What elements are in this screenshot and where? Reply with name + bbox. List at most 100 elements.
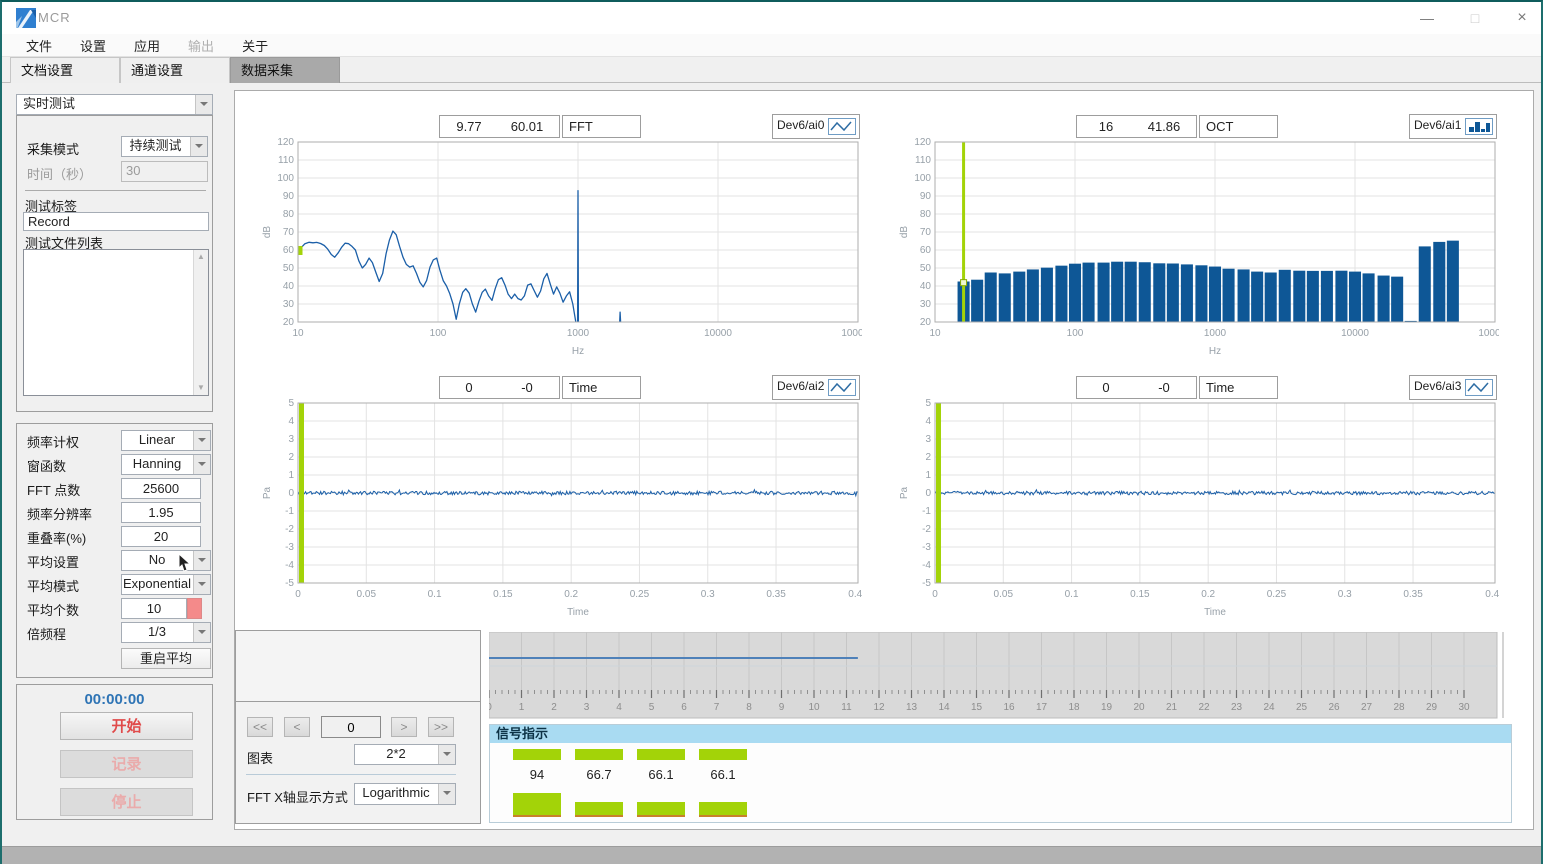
field-input-3[interactable]: 1.95 [121,502,201,523]
scroll-up-icon[interactable]: ▲ [196,252,206,262]
svg-text:5: 5 [925,398,931,409]
time-input[interactable]: 30 [121,161,208,182]
svg-text:100000: 100000 [841,328,862,339]
svg-text:11: 11 [841,702,852,713]
svg-text:20: 20 [283,317,295,328]
record-button[interactable]: 记录 [60,750,193,778]
signal-bottom-bar-0 [513,793,561,817]
pager-last-button[interactable]: >> [428,717,454,737]
menu-item-1[interactable]: 设置 [66,34,120,57]
pager-next-button[interactable]: > [391,717,417,737]
field-label-7: 平均个数 [27,600,79,619]
test-mode-select[interactable]: 实时测试 [16,94,213,115]
maximize-button[interactable]: □ [1460,6,1490,30]
svg-text:25: 25 [1296,702,1308,713]
svg-text:0.2: 0.2 [564,589,578,600]
window-title: MCR [38,10,71,25]
field-select-1[interactable]: Hanning [121,454,211,475]
field-select-0[interactable]: Linear [121,430,211,451]
divider [25,190,206,191]
pager-prev-button[interactable]: < [284,717,310,737]
svg-text:dB: dB [899,226,910,239]
time-label: 时间（秒） [27,164,92,183]
app-window: MCR — □ × 文件设置应用输出关于 文档设置通道设置数据采集 实时测试 采… [0,0,1543,864]
menu-item-2[interactable]: 应用 [120,34,174,57]
pager-index-box[interactable]: 0 [321,716,381,738]
test-file-list[interactable]: ▲ ▼ [23,249,209,396]
svg-text:Pa: Pa [262,486,273,499]
svg-text:4: 4 [925,416,931,427]
start-button[interactable]: 开始 [60,712,193,740]
chart-layout-select[interactable]: 2*2 [354,744,456,765]
svg-text:12: 12 [873,702,885,713]
record-timeline[interactable]: 0123456789101112131415161718192021222324… [489,632,1513,720]
pager-first-button[interactable]: << [247,717,273,737]
minimize-button[interactable]: — [1412,6,1442,30]
svg-text:28: 28 [1393,702,1405,713]
field-label-4: 重叠率(%) [27,528,86,547]
display-control-box: << < 0 > >> 图表 2*2 FFT X轴显示方式 Logarithmi… [235,630,481,824]
field-label-2: FFT 点数 [27,480,80,499]
svg-text:9: 9 [779,702,785,713]
svg-text:29: 29 [1426,702,1438,713]
field-select-5[interactable]: No [121,550,211,571]
svg-text:21: 21 [1166,702,1178,713]
svg-text:1000: 1000 [1204,328,1227,339]
menu-item-0[interactable]: 文件 [12,34,66,57]
svg-text:19: 19 [1101,702,1113,713]
field-label-8: 倍频程 [27,624,66,643]
signal-bottom-bar-1 [575,802,623,817]
svg-text:80: 80 [920,209,932,220]
svg-text:0.05: 0.05 [994,589,1014,600]
field-select-8[interactable]: 1/3 [121,622,211,643]
svg-text:100: 100 [914,173,931,184]
scroll-down-icon[interactable]: ▼ [196,383,206,393]
chevron-down-icon [193,623,210,642]
acq-mode-select[interactable]: 持续测试 [121,136,208,157]
app-logo-icon [16,8,36,28]
field-select-6[interactable]: Exponential [121,574,211,595]
svg-text:0.41: 0.41 [848,589,862,600]
tab-0[interactable]: 文档设置 [10,57,120,83]
fft-xaxis-select[interactable]: Logarithmic [354,783,456,805]
svg-text:10: 10 [292,328,304,339]
fft-plot[interactable]: 2030405060708090100110120101001000100001… [260,132,862,364]
svg-text:3: 3 [288,434,294,445]
scrollbar[interactable]: ▲ ▼ [193,250,208,395]
tab-2[interactable]: 数据采集 [230,57,340,83]
signal-top-bar-0 [513,749,561,760]
time-plot-ai3[interactable]: -5-4-3-2-101234500.050.10.150.20.250.30.… [897,393,1499,625]
stop-button[interactable]: 停止 [60,788,193,816]
signal-top-bar-3 [699,749,747,760]
close-button[interactable]: × [1507,6,1537,30]
svg-text:0.25: 0.25 [630,589,650,600]
svg-text:-5: -5 [285,578,294,589]
oct-plot[interactable]: 2030405060708090100110120101001000100001… [897,132,1499,364]
svg-text:2: 2 [551,702,557,713]
svg-text:40: 40 [920,281,932,292]
svg-text:120: 120 [914,137,931,148]
svg-text:0.05: 0.05 [357,589,377,600]
menu-item-4[interactable]: 关于 [228,34,282,57]
field-input-4[interactable]: 20 [121,526,201,547]
signal-bottom-bar-2 [637,802,685,817]
svg-text:0.41: 0.41 [1485,589,1499,600]
svg-text:7: 7 [714,702,720,713]
fft-channel-label: Dev6/ai0 [777,118,824,132]
field-input-2[interactable]: 25600 [121,478,201,499]
restart-average-button[interactable]: 重启平均 [121,648,211,669]
time-plot-ai2[interactable]: -5-4-3-2-101234500.050.10.150.20.250.30.… [260,393,862,625]
svg-text:27: 27 [1361,702,1373,713]
fft-xaxis-label: FFT X轴显示方式 [247,787,348,806]
svg-text:16: 16 [1003,702,1015,713]
tab-1[interactable]: 通道设置 [120,57,230,83]
field-input-7[interactable]: 10 [121,598,187,619]
test-label-input[interactable]: Record [23,212,209,231]
svg-text:3: 3 [584,702,590,713]
svg-text:6: 6 [681,702,687,713]
fft-xaxis-value: Logarithmic [355,784,437,804]
svg-text:Time: Time [567,607,589,618]
svg-text:100000: 100000 [1478,328,1499,339]
svg-text:50: 50 [283,263,295,274]
svg-text:-3: -3 [285,542,294,553]
